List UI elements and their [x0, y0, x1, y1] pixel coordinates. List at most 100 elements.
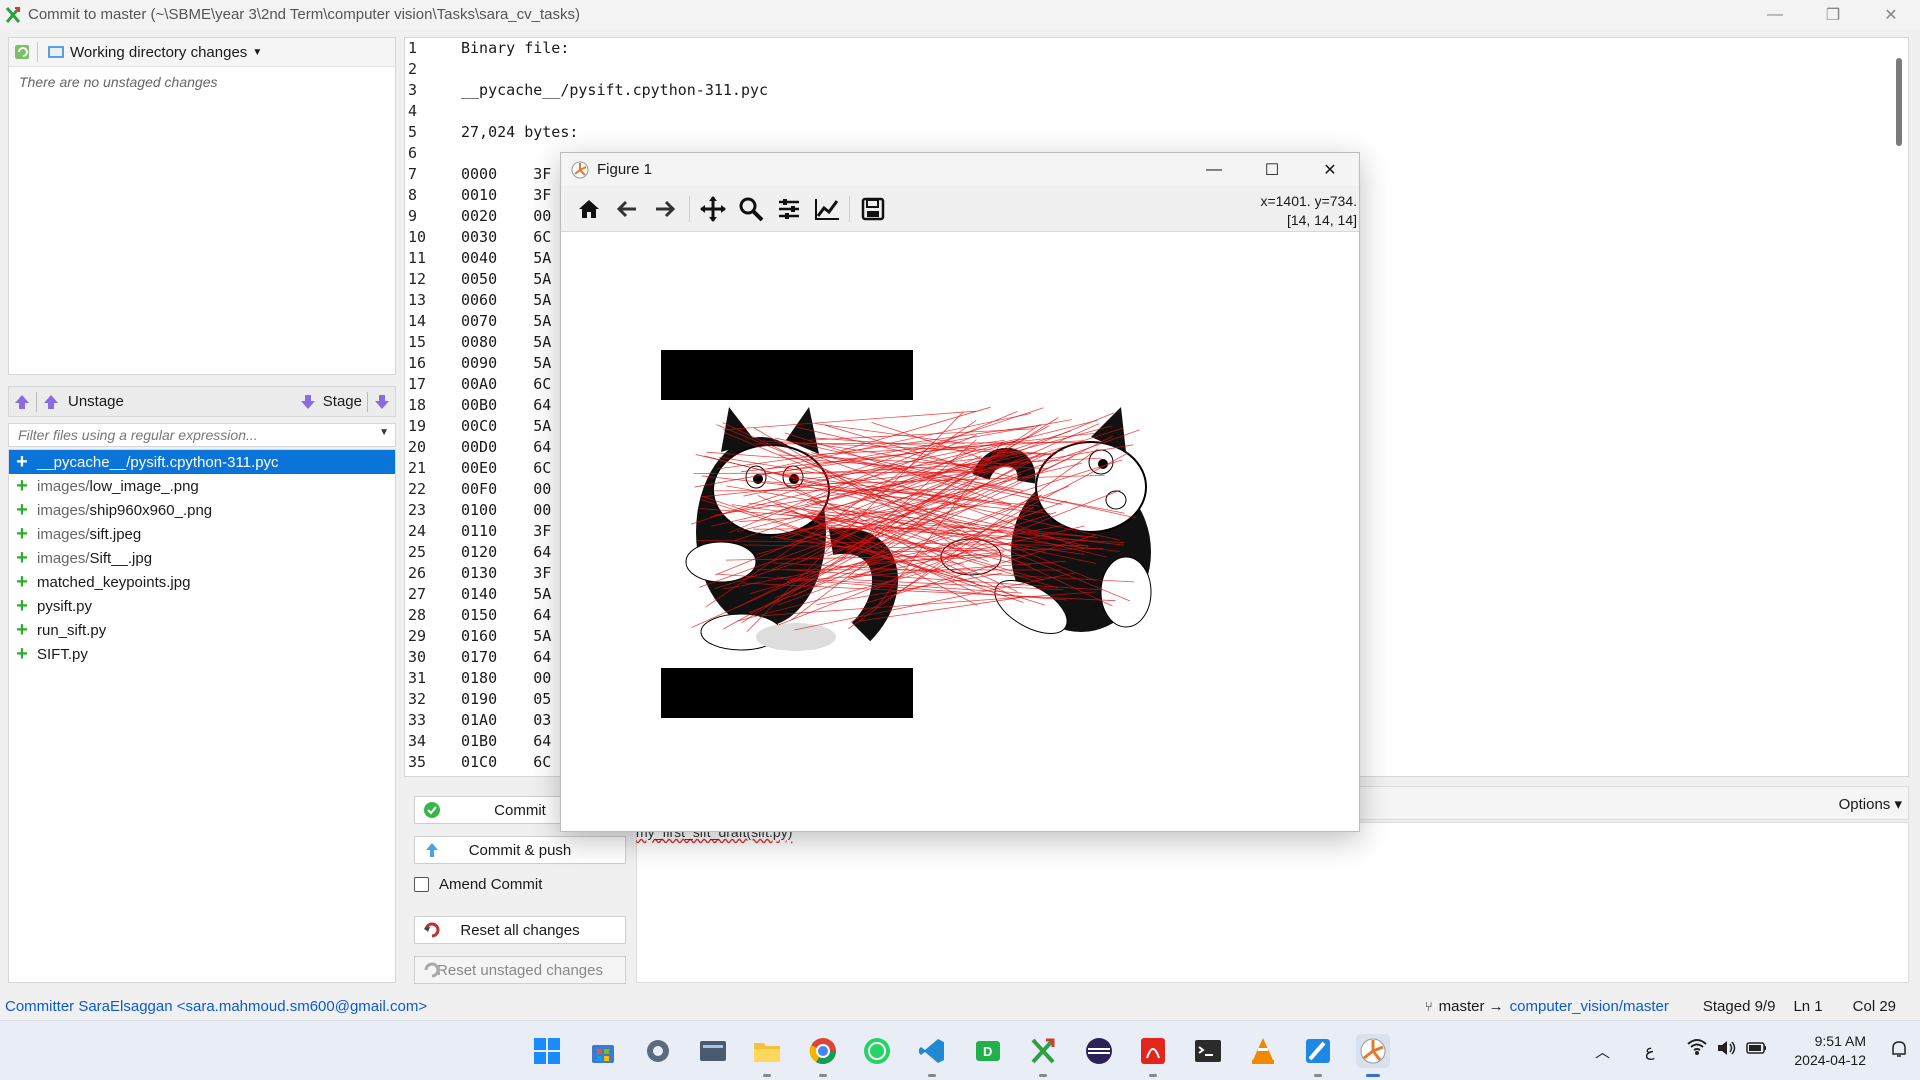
no-unstaged-message: There are no unstaged changes: [19, 74, 218, 90]
committer-label: Committer SaraElsaggan <sara.mahmoud.sm6…: [5, 998, 428, 1015]
staged-file-row[interactable]: + SIFT.py: [9, 642, 395, 666]
vlc-icon[interactable]: [1246, 1034, 1280, 1068]
pan-icon[interactable]: [697, 194, 729, 224]
refresh-icon[interactable]: [13, 42, 33, 62]
eclipse-icon[interactable]: [1082, 1034, 1116, 1068]
added-icon: +: [16, 594, 28, 617]
reset-unstaged-button[interactable]: Reset unstaged changes: [414, 956, 626, 984]
file-dir: images/: [37, 501, 90, 519]
line-number: 14: [408, 312, 427, 330]
terminal-icon[interactable]: [1191, 1034, 1225, 1068]
filter-input[interactable]: Filter files using a regular expression.…: [8, 423, 396, 447]
line-number: 33: [408, 711, 427, 729]
staged-file-row[interactable]: + images/sift.jpeg: [9, 522, 395, 546]
chevron-down-icon[interactable]: ▼: [252, 47, 262, 58]
forward-arrow-icon[interactable]: [649, 194, 681, 224]
edit-axis-icon[interactable]: [811, 194, 843, 224]
staged-file-row[interactable]: + images/low_image_.png: [9, 474, 395, 498]
staged-count: Staged 9/9: [1702, 998, 1776, 1015]
notification-icon[interactable]: [1890, 1039, 1908, 1063]
minimize-button[interactable]: —: [1746, 0, 1804, 29]
configure-subplots-icon[interactable]: [773, 194, 805, 224]
checkbox[interactable]: [414, 877, 429, 892]
line-number: 18: [408, 396, 427, 414]
working-directory-dropdown[interactable]: Working directory changes: [70, 44, 247, 61]
git-cola-taskbar-icon[interactable]: [1026, 1034, 1060, 1077]
check-icon: [424, 802, 440, 818]
store-icon[interactable]: [586, 1034, 620, 1068]
unstage-icon[interactable]: [42, 393, 60, 411]
wifi-icon[interactable]: [1686, 1037, 1708, 1061]
figure-toolbar: x=1401. y=734. [14, 14, 14]: [561, 186, 1359, 232]
staged-file-row[interactable]: + pysift.py: [9, 594, 395, 618]
working-directory-header: Working directory changes ▼: [9, 38, 395, 67]
unstage-button[interactable]: Unstage: [68, 393, 124, 410]
home-icon[interactable]: [573, 194, 605, 224]
match-line: [841, 406, 991, 452]
vscode-icon[interactable]: [915, 1034, 949, 1077]
zoom-icon[interactable]: [735, 194, 767, 224]
close-button[interactable]: ✕: [1862, 0, 1920, 29]
unstaged-panel: Working directory changes ▼ There are no…: [8, 37, 396, 375]
line-number: 27: [408, 585, 427, 603]
battery-icon[interactable]: [1746, 1039, 1768, 1061]
figure-close-button[interactable]: ✕: [1301, 153, 1359, 186]
unstage-all-icon[interactable]: [13, 393, 31, 411]
line-number: 9: [408, 207, 418, 225]
line-number: 10: [408, 228, 427, 246]
matplotlib-figure-window[interactable]: Figure 1 — ☐ ✕ x=1401. y=734. [14, 14, 1…: [560, 152, 1360, 832]
back-arrow-icon[interactable]: [611, 194, 643, 224]
line-number: 3: [408, 81, 418, 99]
commit-message-box[interactable]: [636, 822, 1909, 983]
title-bar: Commit to master (~\SBME\year 3\2nd Term…: [0, 0, 1920, 29]
options-dropdown[interactable]: Options ▾: [1839, 795, 1902, 813]
figure-canvas[interactable]: [561, 232, 1359, 830]
file-dir: __pycache__/: [37, 453, 131, 471]
vertical-scrollbar[interactable]: [1896, 58, 1902, 146]
file-explorer-icon[interactable]: [750, 1034, 784, 1077]
maximize-button[interactable]: ❐: [1804, 0, 1862, 29]
staged-file-row[interactable]: + images/Sift__.jpg: [9, 546, 395, 570]
staged-file-row[interactable]: + matched_keypoints.jpg: [9, 570, 395, 594]
line-number: 11: [408, 249, 427, 267]
amend-commit-checkbox[interactable]: Amend Commit: [414, 876, 542, 893]
figure-title-bar: Figure 1 — ☐ ✕: [561, 153, 1359, 186]
line-number: 29: [408, 627, 427, 645]
start-icon[interactable]: [530, 1034, 564, 1068]
line-number: 12: [408, 270, 427, 288]
staged-file-row[interactable]: + __pycache__/pysift.cpython-311.pyc: [9, 450, 395, 474]
diff-line: [461, 59, 768, 80]
redaction-bar-bottom: [661, 668, 913, 718]
file-name: SIFT.py: [37, 645, 88, 663]
language-indicator[interactable]: ع: [1645, 1041, 1655, 1061]
clock[interactable]: 9:51 AM 2024-04-12: [1794, 1032, 1866, 1070]
diff-line: Binary file:: [461, 39, 570, 57]
line-number: 30: [408, 648, 427, 666]
line-number: 8: [408, 186, 418, 204]
commit-push-button[interactable]: Commit & push: [414, 836, 626, 864]
save-icon[interactable]: [857, 194, 889, 224]
virtual-desktops-icon[interactable]: [696, 1034, 730, 1068]
settings-icon[interactable]: [641, 1034, 675, 1068]
acrobat-icon[interactable]: [1136, 1034, 1170, 1077]
line-number: 31: [408, 669, 427, 687]
staged-file-row[interactable]: + run_sift.py: [9, 618, 395, 642]
file-name: low_image_.png: [89, 477, 199, 495]
stage-button[interactable]: Stage: [323, 393, 362, 410]
chrome-icon[interactable]: [806, 1034, 840, 1077]
volume-icon[interactable]: [1716, 1038, 1738, 1062]
staged-file-row[interactable]: + images/ship960x960_.png: [9, 498, 395, 522]
file-dir: images/: [37, 477, 90, 495]
chevron-down-icon[interactable]: ▼: [379, 427, 389, 438]
stage-all-icon[interactable]: [373, 393, 391, 411]
stage-icon[interactable]: [299, 393, 317, 411]
python-figure-taskbar-icon[interactable]: [1356, 1034, 1390, 1077]
whatsapp-icon[interactable]: [860, 1034, 894, 1068]
paint-icon[interactable]: [1301, 1034, 1335, 1077]
figure-minimize-button[interactable]: —: [1185, 153, 1243, 186]
reset-all-button[interactable]: Reset all changes: [414, 916, 626, 944]
figure-maximize-button[interactable]: ☐: [1243, 153, 1301, 186]
tray-chevron-icon[interactable]: ︿: [1595, 1041, 1610, 1062]
window-title: Commit to master (~\SBME\year 3\2nd Term…: [28, 6, 580, 23]
d-app-icon[interactable]: D: [971, 1034, 1005, 1068]
